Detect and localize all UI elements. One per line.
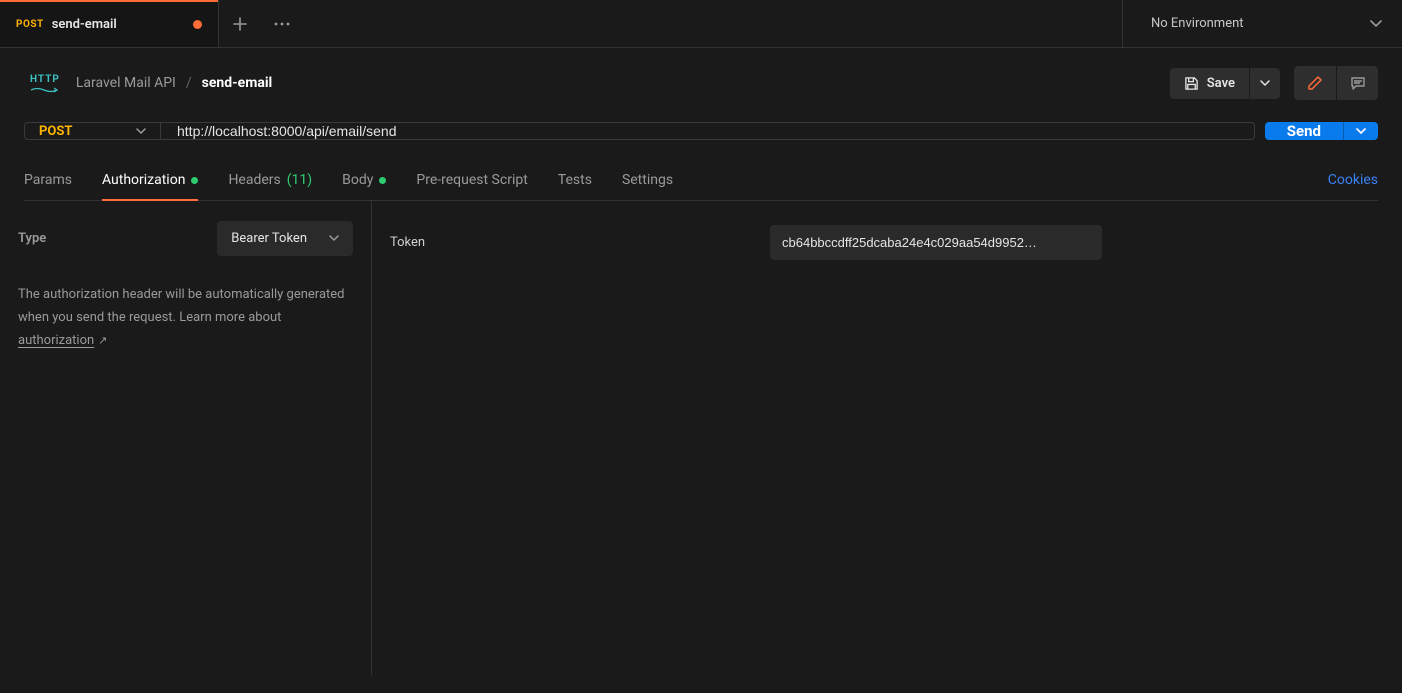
edit-button[interactable]	[1294, 66, 1336, 100]
status-dot-icon	[379, 177, 386, 184]
send-more-button[interactable]	[1343, 122, 1378, 140]
method-label: POST	[39, 124, 72, 139]
auth-type-value: Bearer Token	[231, 231, 307, 246]
auth-help-text: The authorization header will be automat…	[18, 284, 353, 352]
breadcrumb-separator: /	[186, 75, 192, 91]
tab-authorization[interactable]: Authorization	[102, 162, 198, 200]
save-icon	[1184, 76, 1199, 91]
auth-type-row: Type Bearer Token	[18, 221, 353, 256]
send-button-group: Send	[1265, 122, 1378, 140]
more-horizontal-icon	[274, 22, 290, 26]
cookies-link[interactable]: Cookies	[1328, 162, 1378, 200]
tab-title: send-email	[52, 17, 117, 32]
tab-headers[interactable]: Headers (11)	[228, 162, 312, 200]
request-row: POST Send	[24, 122, 1378, 140]
tab-prerequest[interactable]: Pre-request Script	[416, 162, 527, 200]
save-button[interactable]: Save	[1170, 68, 1249, 99]
tab-method-badge: POST	[16, 19, 44, 30]
http-swoosh-icon	[30, 87, 58, 93]
header-icon-group	[1294, 66, 1378, 100]
tab-tests[interactable]: Tests	[558, 162, 592, 200]
authorization-help-link[interactable]: authorization	[18, 333, 94, 348]
plus-icon	[233, 17, 247, 31]
url-group: POST	[24, 122, 1255, 140]
save-button-group: Save	[1170, 68, 1280, 99]
headers-count: (11)	[287, 172, 312, 188]
request-tab[interactable]: POST send-email	[0, 0, 218, 47]
chevron-down-icon	[329, 235, 339, 242]
chevron-down-icon	[136, 128, 146, 135]
tab-overflow-button[interactable]	[261, 0, 303, 48]
auth-type-label: Type	[18, 231, 46, 246]
new-tab-button[interactable]	[219, 0, 261, 48]
tab-actions	[219, 0, 303, 47]
http-badge-text: HTTP	[30, 74, 60, 85]
http-badge: HTTP	[30, 74, 60, 93]
chevron-down-icon	[1260, 80, 1270, 87]
method-selector[interactable]: POST	[25, 123, 161, 139]
auth-content: Token	[372, 201, 1402, 675]
comments-button[interactable]	[1336, 66, 1378, 100]
send-button[interactable]: Send	[1265, 122, 1343, 140]
chevron-down-icon	[1356, 128, 1366, 135]
authorization-panel: Type Bearer Token The authorization head…	[0, 201, 1402, 675]
chevron-down-icon	[1370, 20, 1382, 28]
save-more-button[interactable]	[1249, 68, 1280, 99]
status-dot-icon	[191, 177, 198, 184]
comment-icon	[1350, 75, 1366, 91]
tab-settings[interactable]: Settings	[622, 162, 673, 200]
request-tabs: Params Authorization Headers (11) Body P…	[24, 162, 1378, 201]
header-row: HTTP Laravel Mail API / send-email Save	[0, 48, 1402, 118]
pencil-icon	[1307, 75, 1323, 91]
environment-label: No Environment	[1151, 16, 1244, 31]
environment-selector[interactable]: No Environment	[1122, 0, 1402, 47]
auth-sidebar: Type Bearer Token The authorization head…	[0, 201, 372, 675]
breadcrumb: Laravel Mail API / send-email	[76, 75, 272, 91]
token-input[interactable]	[770, 225, 1102, 260]
tab-params[interactable]: Params	[24, 162, 72, 200]
breadcrumb-request: send-email	[202, 75, 273, 91]
tab-bar: POST send-email No Environment	[0, 0, 1402, 48]
auth-type-selector[interactable]: Bearer Token	[217, 221, 353, 256]
header-actions: Save	[1170, 66, 1378, 100]
url-input[interactable]	[161, 123, 1254, 139]
tab-body[interactable]: Body	[342, 162, 386, 200]
unsaved-dot-icon	[193, 20, 202, 29]
save-label: Save	[1207, 76, 1235, 91]
token-label: Token	[390, 235, 770, 250]
external-link-icon: ↗	[98, 334, 107, 347]
breadcrumb-collection[interactable]: Laravel Mail API	[76, 75, 176, 91]
send-label: Send	[1287, 122, 1321, 140]
token-row: Token	[390, 225, 1384, 260]
